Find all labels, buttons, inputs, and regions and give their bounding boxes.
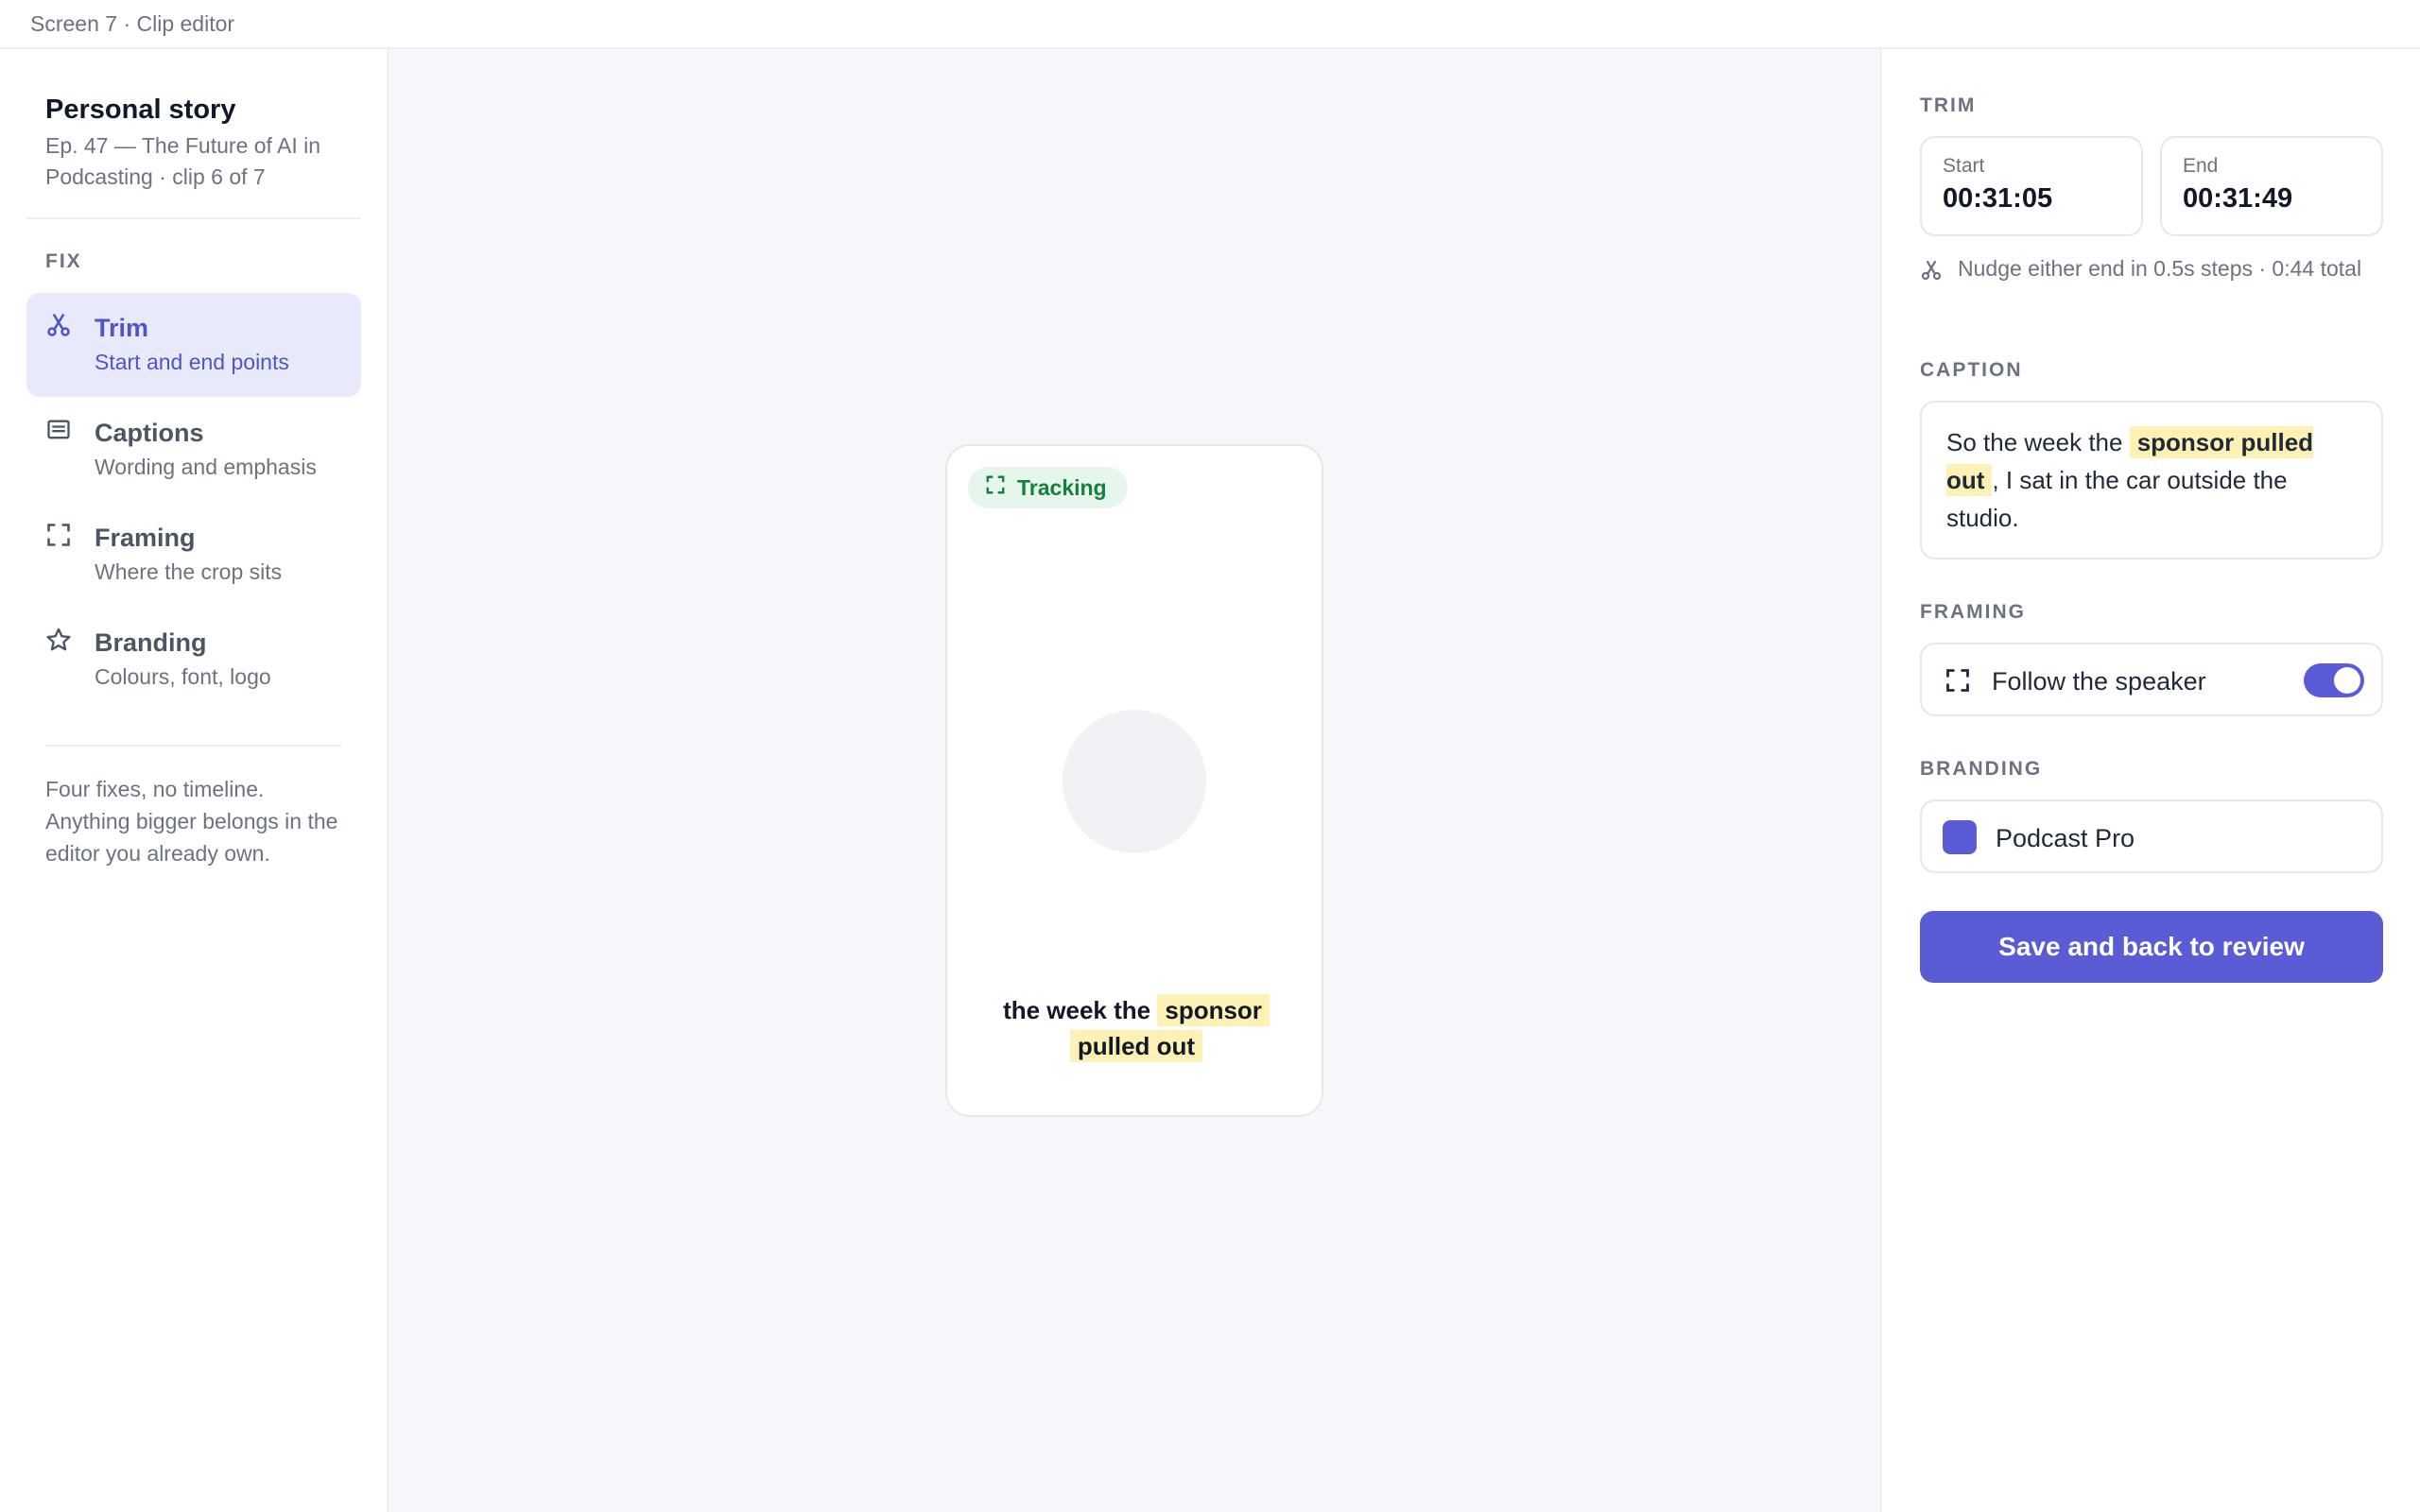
- end-time-label: End: [2183, 155, 2219, 177]
- branding-section-label: BRANDING: [1920, 758, 2043, 780]
- tracking-label: Tracking: [1017, 474, 1107, 500]
- sidebar: Personal story Ep. 47 — The Future of AI…: [0, 49, 389, 1512]
- frame-icon: [45, 522, 72, 548]
- follow-speaker-toggle[interactable]: [2304, 663, 2364, 697]
- sidebar-note: Four fixes, no timeline. Anything bigger…: [45, 777, 338, 866]
- trim-section-label: TRIM: [1920, 94, 1977, 116]
- scissors-icon: [1920, 259, 1943, 282]
- sidebar-item-label: Branding: [95, 628, 207, 657]
- clip-preview: Tracking the week the sponsor pulled out: [945, 444, 1323, 1117]
- fix-section-label: FIX: [45, 250, 82, 272]
- project-title: Personal story: [45, 94, 236, 125]
- caption-plain-text: the week the: [1003, 996, 1151, 1024]
- sidebar-item-label: Trim: [95, 314, 149, 342]
- end-time-value: 00:31:49: [2183, 183, 2293, 214]
- caption-text: So the week the: [1946, 428, 2123, 456]
- caption-highlight: pulled out: [1069, 1030, 1203, 1062]
- sidebar-item-description: Wording and emphasis: [95, 455, 317, 479]
- sidebar-item-captions[interactable]: Captions Wording and emphasis: [26, 398, 361, 502]
- project-subtitle: Ep. 47 — The Future of AI in Podcasting …: [45, 133, 321, 189]
- speaker-placeholder: [1063, 710, 1206, 853]
- trim-hint-text: Nudge either end in 0.5s steps · 0:44 to…: [1958, 256, 2362, 281]
- tracking-badge: Tracking: [968, 467, 1128, 508]
- branding-preset-select[interactable]: Podcast Pro: [1920, 799, 2383, 873]
- sidebar-item-description: Start and end points: [95, 350, 289, 374]
- end-time-field[interactable]: End 00:31:49: [2160, 136, 2383, 236]
- scissors-icon: [45, 312, 72, 338]
- sidebar-item-description: Where the crop sits: [95, 559, 283, 584]
- frame-icon: [985, 474, 1006, 501]
- screen-title: Screen 7 · Clip editor: [30, 10, 235, 36]
- sidebar-item-label: Captions: [95, 419, 204, 447]
- caption-highlight: sponsor: [1157, 994, 1270, 1026]
- sidebar-item-label: Framing: [95, 524, 196, 552]
- start-time-value: 00:31:05: [1943, 183, 2053, 214]
- preview-caption: the week the sponsor pulled out: [966, 992, 1306, 1064]
- frame-icon: [1945, 667, 1971, 694]
- sidebar-item-description: Colours, font, logo: [95, 664, 271, 689]
- brand-color-swatch: [1943, 820, 1977, 854]
- star-icon: [45, 627, 72, 653]
- framing-section-label: FRAMING: [1920, 601, 2026, 623]
- brand-preset-name: Podcast Pro: [1996, 824, 2135, 852]
- caption-editor[interactable]: So the week the sponsor pulled out, I sa…: [1920, 401, 2383, 559]
- preview-canvas: Tracking the week the sponsor pulled out: [389, 49, 1880, 1512]
- caption-section-label: CAPTION: [1920, 359, 2023, 381]
- sidebar-divider: [26, 217, 361, 219]
- start-time-field[interactable]: Start 00:31:05: [1920, 136, 2143, 236]
- top-bar: Screen 7 · Clip editor: [0, 0, 2420, 49]
- start-time-label: Start: [1943, 155, 1985, 177]
- settings-panel: TRIM Start 00:31:05 End 00:31:49 Nudge e…: [1880, 49, 2420, 1512]
- captions-icon: [45, 417, 72, 443]
- sidebar-divider: [45, 745, 342, 747]
- sidebar-item-framing[interactable]: Framing Where the crop sits: [26, 503, 361, 607]
- caption-text: , I sat in the car outside the studio.: [1946, 466, 2288, 532]
- save-and-back-button[interactable]: Save and back to review: [1920, 911, 2383, 983]
- sidebar-item-branding[interactable]: Branding Colours, font, logo: [26, 608, 361, 712]
- toggle-knob: [2334, 667, 2360, 694]
- follow-speaker-label: Follow the speaker: [1992, 667, 2206, 696]
- sidebar-item-trim[interactable]: Trim Start and end points: [26, 293, 361, 397]
- follow-speaker-option[interactable]: Follow the speaker: [1920, 643, 2383, 716]
